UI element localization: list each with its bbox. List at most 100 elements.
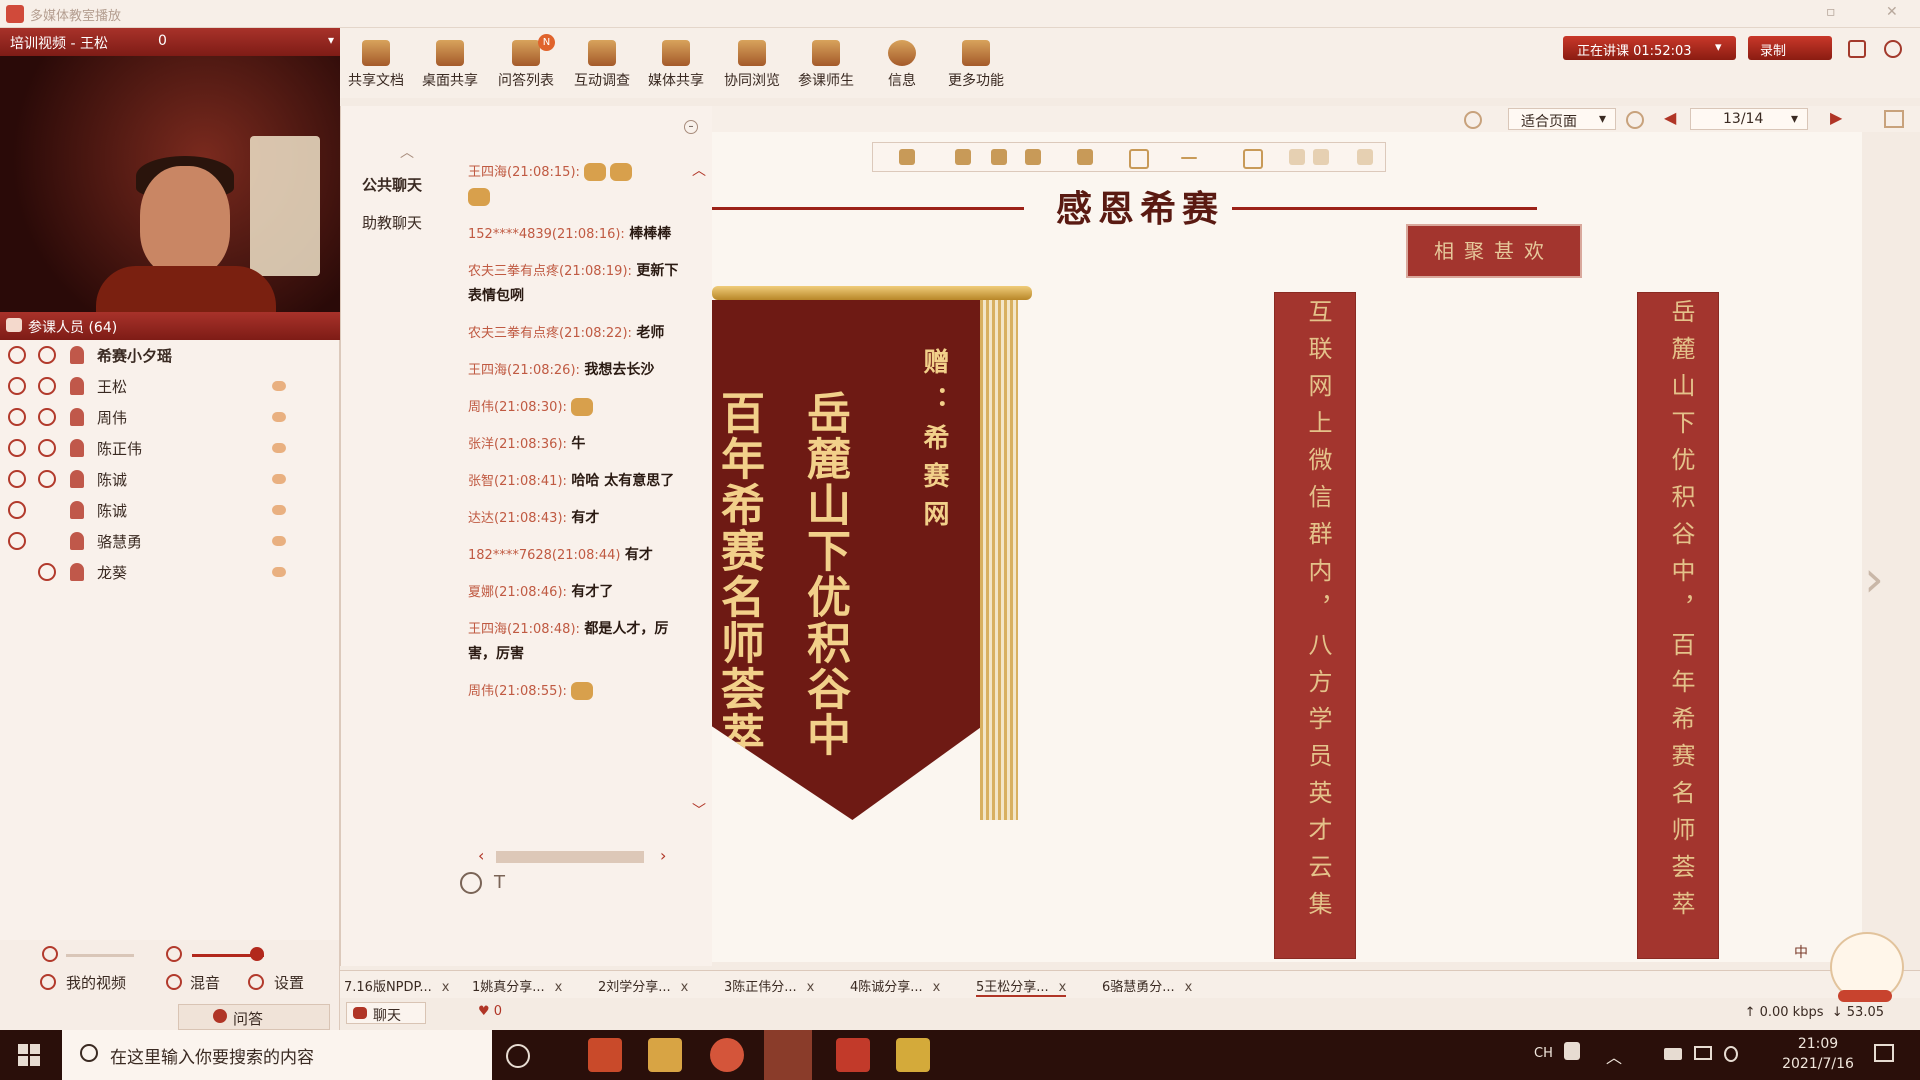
browser-icon[interactable] bbox=[710, 1038, 744, 1072]
mic-permission-icon[interactable] bbox=[38, 470, 56, 488]
close-tab-icon[interactable]: x bbox=[681, 980, 689, 995]
camera-icon[interactable] bbox=[42, 946, 58, 962]
camera-permission-icon[interactable] bbox=[8, 377, 26, 395]
chat-tab[interactable]: 聊天 bbox=[346, 1002, 426, 1024]
battery-icon[interactable] bbox=[1664, 1048, 1682, 1060]
volume-slider-handle[interactable] bbox=[250, 947, 264, 961]
tab-assistant-chat[interactable]: 助教聊天 bbox=[362, 212, 422, 233]
file-explorer-icon[interactable] bbox=[648, 1038, 682, 1072]
tab-public-chat[interactable]: 公共聊天 bbox=[362, 174, 422, 195]
mic-permission-icon[interactable] bbox=[38, 408, 56, 426]
gear-icon[interactable] bbox=[1884, 40, 1902, 58]
settings-icon[interactable] bbox=[248, 974, 264, 990]
qa-tab[interactable]: 问答 bbox=[178, 1004, 330, 1030]
camera-permission-icon[interactable] bbox=[8, 532, 26, 550]
mic-permission-icon[interactable] bbox=[38, 439, 56, 457]
taskbar-clock[interactable]: 21:09 2021/7/16 bbox=[1774, 1034, 1862, 1074]
save-icon[interactable] bbox=[1357, 149, 1373, 165]
participant-row[interactable]: 周伟 bbox=[0, 402, 339, 433]
collapse-icon[interactable]: – bbox=[684, 120, 698, 134]
taskbar-search-input[interactable]: 在这里输入你要搜索的内容 bbox=[62, 1030, 492, 1080]
doc-tab[interactable]: 4陈诚分享... x bbox=[850, 976, 940, 995]
ime-tray-icon[interactable] bbox=[1564, 1042, 1580, 1060]
close-tab-icon[interactable]: x bbox=[933, 980, 941, 995]
toolbar-survey[interactable]: 互动调查 bbox=[566, 34, 638, 90]
pen-icon[interactable] bbox=[1025, 149, 1041, 165]
scroll-thumb[interactable] bbox=[496, 851, 644, 863]
participant-row[interactable]: 陈正伟 bbox=[0, 433, 339, 464]
camera-level-slider[interactable] bbox=[66, 954, 134, 957]
scroll-down-icon[interactable]: ﹀ bbox=[692, 800, 706, 820]
fullscreen-icon[interactable] bbox=[1884, 110, 1904, 128]
likes-counter[interactable]: ♥ 0 bbox=[478, 1004, 502, 1019]
participant-row[interactable]: 龙葵 bbox=[0, 557, 339, 588]
close-tab-icon[interactable]: x bbox=[555, 980, 563, 995]
volume-icon[interactable] bbox=[166, 946, 182, 962]
windows-start-icon[interactable] bbox=[18, 1044, 40, 1066]
slide-next-arrow-icon[interactable]: › bbox=[1864, 550, 1894, 610]
doc-tab[interactable]: 6骆慧勇分... x bbox=[1102, 976, 1192, 995]
participant-row[interactable]: 陈诚 bbox=[0, 464, 339, 495]
settings-button[interactable]: 设置 bbox=[274, 972, 304, 993]
restore-icon[interactable]: ▫ bbox=[1826, 4, 1836, 20]
video-menu-icon[interactable]: ▾ bbox=[328, 33, 334, 47]
close-tab-icon[interactable]: x bbox=[807, 980, 815, 995]
powerpoint-icon[interactable] bbox=[588, 1038, 622, 1072]
camera-permission-icon[interactable] bbox=[8, 346, 26, 364]
chat-input[interactable] bbox=[456, 900, 696, 960]
rectangle-icon[interactable] bbox=[1129, 149, 1149, 169]
zoom-in-icon[interactable] bbox=[1464, 111, 1482, 129]
chevron-left-icon[interactable]: ‹ bbox=[478, 846, 484, 865]
text-tool-icon[interactable] bbox=[1243, 149, 1263, 169]
doc-tab[interactable]: 7.16版NPDP... x bbox=[344, 976, 449, 995]
doc-tab-active[interactable]: 5王松分享... x bbox=[976, 976, 1067, 997]
close-tab-icon[interactable]: x bbox=[1059, 980, 1067, 995]
prev-page-icon[interactable]: ◀ bbox=[1664, 108, 1676, 127]
highlighter-icon[interactable] bbox=[1077, 149, 1093, 165]
toolbar-attendees[interactable]: 参课师生 bbox=[790, 34, 862, 90]
toolbar-share-document[interactable]: 共享文档 bbox=[340, 34, 412, 90]
next-page-icon[interactable]: ▶ bbox=[1830, 108, 1842, 127]
toolbar-qa-list[interactable]: N 问答列表 bbox=[490, 34, 562, 90]
network-icon[interactable] bbox=[1694, 1046, 1712, 1060]
input-language[interactable]: CH bbox=[1534, 1046, 1553, 1061]
doc-tab[interactable]: 1姚真分享... x bbox=[472, 976, 562, 995]
toolbar-co-browse[interactable]: 协同浏览 bbox=[716, 34, 788, 90]
my-video-button[interactable]: 我的视频 bbox=[66, 972, 126, 993]
record-button[interactable]: 录制 bbox=[1748, 36, 1832, 60]
doc-tab[interactable]: 3陈正伟分... x bbox=[724, 976, 814, 995]
text-format-icon[interactable]: T bbox=[494, 872, 505, 893]
chat-horizontal-scrollbar[interactable]: ‹ › bbox=[474, 846, 674, 865]
camera-permission-icon[interactable] bbox=[8, 439, 26, 457]
mix-icon[interactable] bbox=[166, 974, 182, 990]
participant-row[interactable]: 王松 bbox=[0, 371, 339, 402]
clear-icon[interactable] bbox=[991, 149, 1007, 165]
participant-row[interactable]: 希赛小夕瑶 bbox=[0, 340, 339, 371]
fit-mode-select[interactable]: 适合页面 ▾ bbox=[1508, 108, 1616, 130]
participant-row[interactable]: 陈诚 bbox=[0, 495, 339, 526]
close-icon[interactable]: ✕ bbox=[1886, 4, 1898, 20]
app-c-icon[interactable] bbox=[836, 1038, 870, 1072]
mix-button[interactable]: 混音 bbox=[190, 972, 220, 993]
undo-icon[interactable] bbox=[1289, 149, 1305, 165]
doc-tab[interactable]: 2刘学分享... x bbox=[598, 976, 688, 995]
classroom-app-icon[interactable] bbox=[764, 1030, 812, 1080]
mic-permission-icon[interactable] bbox=[38, 563, 56, 581]
chevron-up-icon[interactable]: ︿ bbox=[400, 142, 414, 162]
scroll-up-icon[interactable]: ︿ bbox=[692, 160, 706, 180]
toolbar-desktop-share[interactable]: 桌面共享 bbox=[414, 34, 486, 90]
tray-expand-icon[interactable]: ︿ bbox=[1606, 1044, 1622, 1068]
close-tab-icon[interactable]: x bbox=[442, 980, 450, 995]
lecture-status-button[interactable]: 正在讲课 01:52:03 ▾ bbox=[1563, 36, 1736, 60]
toolbar-info[interactable]: 信息 bbox=[866, 34, 938, 90]
camera-permission-icon[interactable] bbox=[8, 408, 26, 426]
toolbar-more[interactable]: 更多功能 bbox=[940, 34, 1012, 90]
ime-indicator[interactable]: 中 bbox=[1794, 942, 1808, 962]
eraser-icon[interactable] bbox=[955, 149, 971, 165]
zoom-out-icon[interactable] bbox=[1626, 111, 1644, 129]
task-view-icon[interactable] bbox=[506, 1044, 530, 1068]
close-tab-icon[interactable]: x bbox=[1185, 980, 1193, 995]
mic-permission-icon[interactable] bbox=[38, 346, 56, 364]
chat-scrollbar[interactable]: ︿ ﹀ bbox=[692, 160, 708, 820]
toolbar-media-share[interactable]: 媒体共享 bbox=[640, 34, 712, 90]
